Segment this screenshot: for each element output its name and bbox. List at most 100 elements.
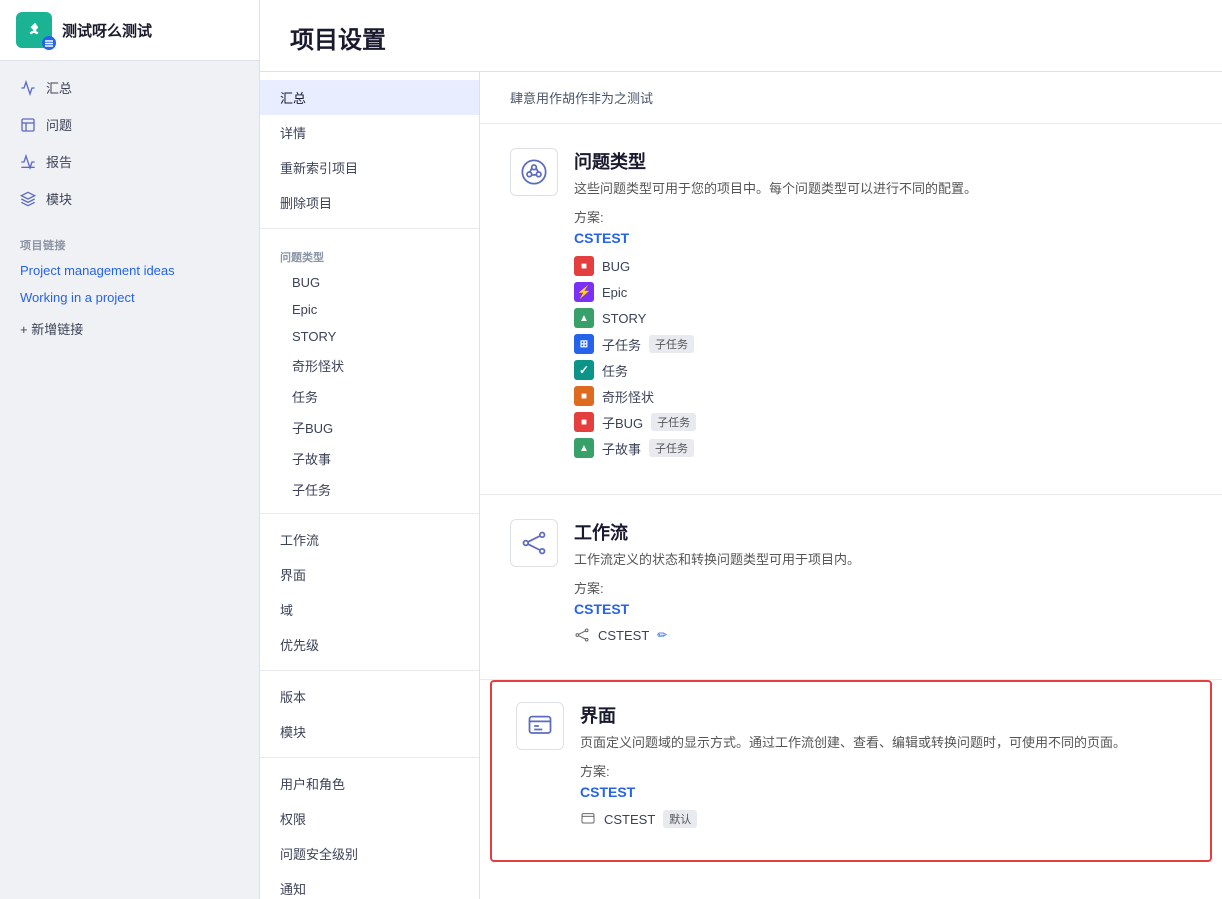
issue-types-desc: 这些问题类型可用于您的项目中。每个问题类型可以进行不同的配置。 — [574, 178, 977, 197]
workflow-icon-box — [510, 519, 558, 567]
sec-nav-subbug[interactable]: 子BUG — [260, 412, 479, 443]
issue-types-title: 问题类型 — [574, 148, 977, 174]
sec-nav-users[interactable]: 用户和角色 — [260, 766, 479, 801]
issue-types-scheme-label: 方案: — [574, 207, 977, 226]
badge-subbug: ■ — [574, 412, 594, 432]
page-title: 项目设置 — [290, 20, 1192, 55]
workflow-header: 工作流 工作流定义的状态和转换问题类型可用于项目内。 方案: CSTEST — [510, 519, 1192, 643]
pulse-icon — [20, 80, 36, 96]
issues-icon — [20, 117, 36, 133]
screen-item-icon — [580, 811, 596, 827]
issue-type-task: ✓ 任务 — [574, 360, 977, 380]
screen-scheme-value[interactable]: CSTEST — [580, 784, 1126, 800]
sec-nav-domain[interactable]: 域 — [260, 592, 479, 627]
sidebar-item-issues[interactable]: 问题 — [0, 106, 259, 143]
workflow-title: 工作流 — [574, 519, 860, 545]
sec-nav-bug[interactable]: BUG — [260, 269, 479, 296]
screen-scheme-label: 方案: — [580, 761, 1126, 780]
sidebar-nav: 汇总 问题 报告 模块 — [0, 61, 259, 225]
sec-nav-task[interactable]: 任务 — [260, 381, 479, 412]
separator-3 — [260, 670, 479, 671]
issue-type-story: ▲ STORY — [574, 308, 977, 328]
sec-nav-substory[interactable]: 子故事 — [260, 443, 479, 474]
reports-icon — [20, 154, 36, 170]
workflow-scheme-value[interactable]: CSTEST — [574, 601, 860, 617]
sec-nav-details[interactable]: 详情 — [260, 115, 479, 150]
content-wrapper: 汇总 详情 重新索引项目 删除项目 问题类型 BUG Epic STORY 奇形… — [260, 72, 1222, 899]
sidebar: 测试呀么测试 汇总 问题 报告 — [0, 0, 260, 899]
issue-types-scheme-value[interactable]: CSTEST — [574, 230, 977, 246]
sec-nav-workflow[interactable]: 工作流 — [260, 522, 479, 557]
issue-name-subbug: 子BUG — [602, 413, 643, 432]
screen-title: 界面 — [580, 702, 1126, 728]
sec-nav-version[interactable]: 版本 — [260, 679, 479, 714]
substory-tag: 子任务 — [649, 439, 694, 457]
group-label-issue-type: 问题类型 — [260, 237, 479, 269]
sec-nav-subtask[interactable]: 子任务 — [260, 474, 479, 505]
project-link-1[interactable]: Project management ideas — [0, 257, 259, 284]
issue-name-story: STORY — [602, 311, 646, 326]
sec-nav-screen[interactable]: 界面 — [260, 557, 479, 592]
sec-nav-security[interactable]: 问题安全级别 — [260, 836, 479, 871]
workflow-scheme-label: 方案: — [574, 578, 860, 597]
issue-types-section: 问题类型 这些问题类型可用于您的项目中。每个问题类型可以进行不同的配置。 方案:… — [480, 124, 1222, 495]
issue-type-subtask: ⊞ 子任务 子任务 — [574, 334, 977, 354]
issue-type-bug: ■ BUG — [574, 256, 977, 276]
project-links-label: 项目链接 — [0, 225, 259, 257]
sidebar-header: 测试呀么测试 — [0, 0, 259, 61]
screen-header: 界面 页面定义问题域的显示方式。通过工作流创建、查看、编辑或转换问题时，可使用不… — [516, 702, 1186, 828]
issue-name-odd: 奇形怪状 — [602, 387, 654, 406]
sec-nav-permissions[interactable]: 权限 — [260, 801, 479, 836]
app-title: 测试呀么测试 — [62, 20, 152, 41]
screen-text: 界面 页面定义问题域的显示方式。通过工作流创建、查看、编辑或转换问题时，可使用不… — [580, 702, 1126, 828]
right-panel: 肆意用作胡作非为之测试 — [480, 72, 1222, 899]
issue-name-task: 任务 — [602, 361, 628, 380]
workflow-section: 工作流 工作流定义的状态和转换问题类型可用于项目内。 方案: CSTEST — [480, 495, 1222, 680]
sidebar-item-summary[interactable]: 汇总 — [0, 69, 259, 106]
app-logo — [16, 12, 52, 48]
screen-name: CSTEST — [604, 812, 655, 827]
modules-icon — [20, 191, 36, 207]
sec-nav-delete[interactable]: 删除项目 — [260, 185, 479, 220]
sec-nav-reindex[interactable]: 重新索引项目 — [260, 150, 479, 185]
sec-nav-summary[interactable]: 汇总 — [260, 80, 479, 115]
issue-name-epic: Epic — [602, 285, 627, 300]
workflow-item: CSTEST ✏ — [574, 627, 860, 643]
issue-type-epic: ⚡ Epic — [574, 282, 977, 302]
add-link-button[interactable]: + 新增链接 — [0, 311, 259, 346]
sidebar-item-reports[interactable]: 报告 — [0, 143, 259, 180]
badge-story: ▲ — [574, 308, 594, 328]
sec-nav-qixingguaizhuang[interactable]: 奇形怪状 — [260, 350, 479, 381]
sec-nav-story[interactable]: STORY — [260, 323, 479, 350]
issue-name-bug: BUG — [602, 259, 630, 274]
issue-type-odd: ■ 奇形怪状 — [574, 386, 977, 406]
workflow-name: CSTEST — [598, 628, 649, 643]
badge-bug: ■ — [574, 256, 594, 276]
screen-item: CSTEST 默认 — [580, 810, 1126, 828]
issue-type-substory: ▲ 子故事 子任务 — [574, 438, 977, 458]
subtask-tag: 子任务 — [649, 335, 694, 353]
issue-name-subtask: 子任务 — [602, 335, 641, 354]
workflow-desc: 工作流定义的状态和转换问题类型可用于项目内。 — [574, 549, 860, 568]
sec-nav-notifications[interactable]: 通知 — [260, 871, 479, 899]
issue-types-text: 问题类型 这些问题类型可用于您的项目中。每个问题类型可以进行不同的配置。 方案:… — [574, 148, 977, 458]
separator-2 — [260, 513, 479, 514]
sec-nav-priority[interactable]: 优先级 — [260, 627, 479, 662]
screen-desc: 页面定义问题域的显示方式。通过工作流创建、查看、编辑或转换问题时，可使用不同的页… — [580, 732, 1126, 751]
badge-odd: ■ — [574, 386, 594, 406]
screen-section: 界面 页面定义问题域的显示方式。通过工作流创建、查看、编辑或转换问题时，可使用不… — [490, 680, 1212, 862]
sec-nav-module[interactable]: 模块 — [260, 714, 479, 749]
workflow-text: 工作流 工作流定义的状态和转换问题类型可用于项目内。 方案: CSTEST — [574, 519, 860, 643]
workflow-edit-icon[interactable]: ✏ — [657, 628, 667, 642]
project-link-2[interactable]: Working in a project — [0, 284, 259, 311]
issue-types-header: 问题类型 这些问题类型可用于您的项目中。每个问题类型可以进行不同的配置。 方案:… — [510, 148, 1192, 458]
top-bar-text: 肆意用作胡作非为之测试 — [510, 91, 653, 106]
workflow-item-icon — [574, 627, 590, 643]
badge-epic: ⚡ — [574, 282, 594, 302]
badge-task: ✓ — [574, 360, 594, 380]
issue-type-list: ■ BUG ⚡ Epic ▲ STORY — [574, 256, 977, 458]
page-header: 项目设置 — [260, 0, 1222, 72]
sec-nav-epic[interactable]: Epic — [260, 296, 479, 323]
sidebar-item-modules[interactable]: 模块 — [0, 180, 259, 217]
separator-1 — [260, 228, 479, 229]
